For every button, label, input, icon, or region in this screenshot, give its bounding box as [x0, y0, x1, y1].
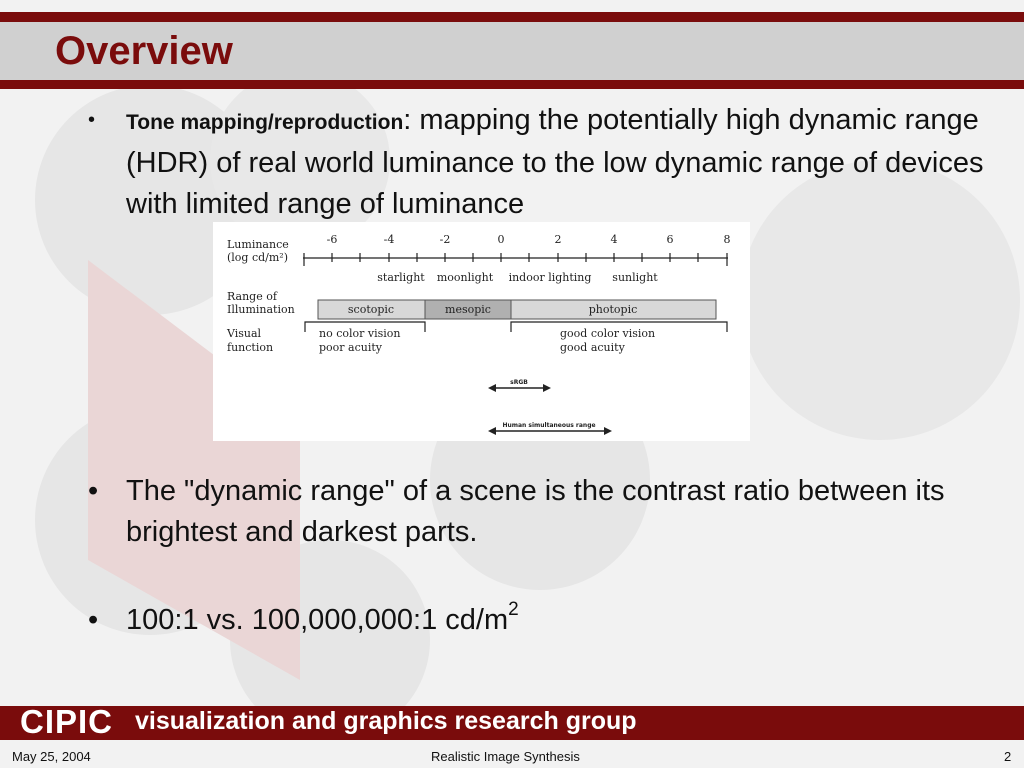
visual-right-line2: good acuity	[560, 341, 626, 354]
tick-label: 2	[555, 233, 562, 246]
condition-label: indoor lighting	[509, 271, 592, 284]
tick-label: -4	[384, 233, 395, 246]
footer-course-title: Realistic Image Synthesis	[431, 749, 580, 764]
human-range-label: Human simultaneous range	[502, 422, 595, 429]
page-title: Overview	[55, 29, 233, 73]
range-label-photopic: photopic	[589, 303, 638, 316]
row-label-visual: Visual	[226, 327, 262, 340]
row-label-function: function	[227, 341, 273, 354]
luminance-range-diagram: Luminance (log cd/m²) Range of Illuminat…	[226, 233, 731, 435]
tick-label: 8	[724, 233, 731, 246]
bullet-value: 100:1 vs. 100,000,000:1 cd/m	[126, 604, 509, 636]
cipic-logo: CIPIC	[20, 703, 114, 740]
visual-left-line1: no color vision	[319, 327, 401, 340]
visual-left-line2: poor acuity	[319, 341, 383, 354]
row-label-luminance: Luminance	[227, 238, 289, 251]
bullet-text: 100:1 vs. 100,000,000:1 cd/m2	[126, 600, 986, 641]
page-number: 2	[1004, 749, 1012, 764]
bullet-text: Tone mapping/reproduction: mapping the p…	[126, 100, 1006, 225]
tick-label: -6	[327, 233, 338, 246]
srgb-label: sRGB	[510, 379, 528, 386]
unit-superscript: 2	[508, 599, 519, 620]
bullet-marker: •	[88, 604, 99, 636]
condition-label: moonlight	[437, 271, 494, 284]
tick-label: 6	[667, 233, 674, 246]
top-accent-bar	[0, 12, 1024, 22]
bullet-marker: •	[88, 475, 99, 507]
bullet-marker: •	[88, 109, 96, 131]
condition-label: sunlight	[612, 271, 658, 284]
visual-right-line1: good color vision	[560, 327, 655, 340]
tick-label: -2	[440, 233, 451, 246]
tick-label: 4	[611, 233, 618, 246]
luminance-range-figure: Luminance (log cd/m²) Range of Illuminat…	[213, 222, 750, 441]
bullet-text: The "dynamic range" of a scene is the co…	[126, 475, 945, 548]
range-label-mesopic: mesopic	[445, 303, 491, 316]
row-label-illumination: Illumination	[227, 303, 295, 316]
tick-label: 0	[498, 233, 505, 246]
row-label-range: Range of	[227, 290, 278, 303]
title-underline-bar	[0, 80, 1024, 89]
research-group-name: visualization and graphics research grou…	[135, 707, 637, 735]
condition-label: starlight	[377, 271, 425, 284]
row-label-luminance-unit: (log cd/m²)	[227, 251, 288, 264]
range-label-scotopic: scotopic	[348, 303, 394, 316]
bullet-term: Tone mapping/reproduction	[126, 111, 404, 134]
footer-date: May 25, 2004	[12, 749, 91, 764]
